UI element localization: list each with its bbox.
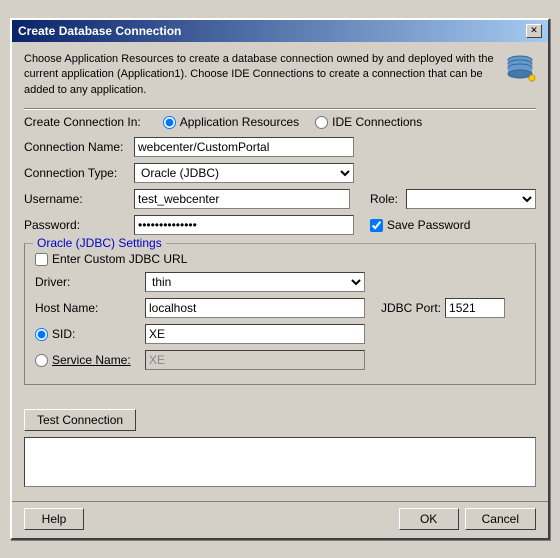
service-name-row: Service Name:: [35, 350, 525, 370]
connection-type-select[interactable]: Oracle (JDBC): [134, 163, 354, 183]
app-resources-radio[interactable]: [163, 116, 176, 129]
sid-radio[interactable]: [35, 328, 48, 341]
dialog-window: Create Database Connection ✕ Choose Appl…: [10, 18, 550, 540]
role-select[interactable]: SYSDBA SYSOPER: [406, 189, 536, 209]
jdbc-settings-label: Oracle (JDBC) Settings: [33, 236, 166, 250]
connection-name-input[interactable]: [134, 137, 354, 157]
driver-row: Driver: thin oci: [35, 272, 525, 292]
hostname-label: Host Name:: [35, 301, 145, 315]
dialog-footer: Help OK Cancel: [12, 501, 548, 538]
hostname-input[interactable]: [145, 298, 365, 318]
service-name-radio[interactable]: [35, 354, 48, 367]
role-label: Role:: [370, 192, 398, 206]
role-area: Role: SYSDBA SYSOPER: [370, 189, 536, 209]
service-name-option[interactable]: Service Name:: [35, 353, 145, 367]
footer-right-buttons: OK Cancel: [399, 508, 536, 530]
driver-select[interactable]: thin oci: [145, 272, 365, 292]
sid-row: SID:: [35, 324, 525, 344]
ide-connections-label: IDE Connections: [332, 115, 422, 129]
jdbc-settings-group: Oracle (JDBC) Settings Enter Custom JDBC…: [24, 243, 536, 385]
service-name-label: Service Name:: [52, 353, 131, 367]
title-bar: Create Database Connection ✕: [12, 20, 548, 42]
sid-input[interactable]: [145, 324, 365, 344]
database-icon: [504, 52, 536, 84]
close-button[interactable]: ✕: [526, 24, 542, 38]
output-box: [24, 437, 536, 487]
sid-label: SID:: [52, 327, 75, 341]
save-password-area: Save Password: [370, 218, 470, 232]
cancel-button[interactable]: Cancel: [465, 508, 536, 530]
username-input[interactable]: [134, 189, 350, 209]
ide-connections-radio[interactable]: [315, 116, 328, 129]
custom-jdbc-row: Enter Custom JDBC URL: [35, 252, 525, 266]
password-input[interactable]: [134, 215, 354, 235]
help-button[interactable]: Help: [24, 508, 84, 530]
service-name-input[interactable]: [145, 350, 365, 370]
custom-jdbc-label: Enter Custom JDBC URL: [52, 252, 187, 266]
description-text: Choose Application Resources to create a…: [24, 53, 494, 96]
ok-button[interactable]: OK: [399, 508, 459, 530]
title-bar-controls: ✕: [526, 24, 542, 38]
app-resources-option[interactable]: Application Resources: [163, 115, 299, 129]
bottom-section: Test Connection: [12, 403, 548, 501]
save-password-checkbox[interactable]: [370, 219, 383, 232]
connection-name-row: Connection Name:: [24, 137, 536, 157]
username-label: Username:: [24, 192, 134, 206]
save-password-label: Save Password: [387, 218, 470, 232]
password-label: Password:: [24, 218, 134, 232]
connection-type-label: Connection Type:: [24, 166, 134, 180]
ide-connections-option[interactable]: IDE Connections: [315, 115, 422, 129]
password-row: Password: Save Password: [24, 215, 536, 235]
window-title: Create Database Connection: [18, 24, 181, 38]
custom-jdbc-checkbox[interactable]: [35, 253, 48, 266]
driver-label: Driver:: [35, 275, 145, 289]
connection-name-label: Connection Name:: [24, 140, 134, 154]
description-area: Choose Application Resources to create a…: [24, 52, 536, 98]
separator-top: [24, 108, 536, 109]
app-resources-label: Application Resources: [180, 115, 299, 129]
create-connection-in-row: Create Connection In: Application Resour…: [24, 115, 536, 129]
username-role-row: Username: Role: SYSDBA SYSOPER: [24, 189, 536, 209]
test-connection-button[interactable]: Test Connection: [24, 409, 136, 431]
jdbc-port-input[interactable]: [445, 298, 505, 318]
hostname-row: Host Name: JDBC Port:: [35, 298, 525, 318]
sid-option[interactable]: SID:: [35, 327, 145, 341]
create-connection-in-label: Create Connection In:: [24, 115, 141, 129]
connection-type-row: Connection Type: Oracle (JDBC): [24, 163, 536, 183]
jdbc-port-label: JDBC Port:: [381, 301, 441, 315]
